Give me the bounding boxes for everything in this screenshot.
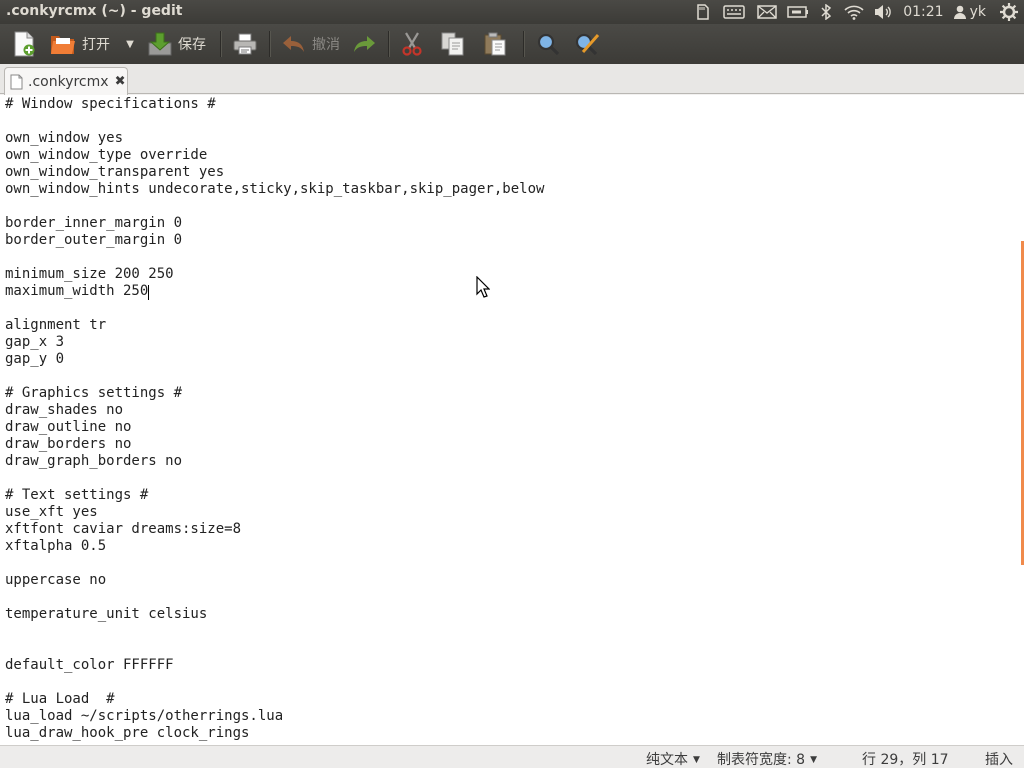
sd-card-icon[interactable] xyxy=(687,0,717,24)
cut-button[interactable] xyxy=(397,27,427,61)
toolbar: 打开 ▼ 保存 撤消 xyxy=(0,24,1024,64)
new-document-button[interactable] xyxy=(8,27,40,61)
code-line[interactable] xyxy=(5,640,544,657)
code-line[interactable]: default_color FFFFFF xyxy=(5,657,544,674)
document-text[interactable]: # Window specifications # own_window yes o… xyxy=(5,96,544,742)
code-line[interactable]: border_inner_margin 0 xyxy=(5,215,544,232)
tab-width-selector[interactable]: 制表符宽度: 8 ▼ xyxy=(717,749,817,768)
copy-icon xyxy=(441,32,464,56)
code-line[interactable]: own_window_transparent yes xyxy=(5,164,544,181)
code-line[interactable]: xftfont caviar dreams:size=8 xyxy=(5,521,544,538)
code-line[interactable]: own_window_type override xyxy=(5,147,544,164)
battery-icon[interactable] xyxy=(783,0,813,24)
code-line[interactable] xyxy=(5,113,544,130)
paste-icon xyxy=(484,32,506,56)
redo-button[interactable] xyxy=(348,27,380,61)
code-line[interactable] xyxy=(5,368,544,385)
keyboard-icon[interactable] xyxy=(717,0,751,24)
code-line[interactable]: # Window specifications # xyxy=(5,96,544,113)
undo-label: 撤消 xyxy=(312,37,340,53)
code-line[interactable]: draw_shades no xyxy=(5,402,544,419)
mail-icon[interactable] xyxy=(751,0,783,24)
volume-icon[interactable] xyxy=(869,0,897,24)
save-icon xyxy=(148,32,172,56)
print-button[interactable] xyxy=(229,27,261,61)
tab-label: .conkyrcmx xyxy=(28,73,109,90)
search-icon xyxy=(537,33,560,56)
code-line[interactable] xyxy=(5,555,544,572)
printer-icon xyxy=(233,33,257,55)
gear-icon[interactable] xyxy=(994,0,1024,24)
code-line[interactable]: # Text settings # xyxy=(5,487,544,504)
clock[interactable]: 01:21 xyxy=(897,0,949,24)
code-line[interactable]: draw_borders no xyxy=(5,436,544,453)
code-line[interactable]: gap_x 3 xyxy=(5,334,544,351)
text-editor[interactable]: # Window specifications # own_window yes o… xyxy=(0,95,1024,745)
language-selector[interactable]: 纯文本 ▼ xyxy=(646,749,700,768)
open-recent-dropdown[interactable]: ▼ xyxy=(120,27,140,61)
document-icon xyxy=(10,74,23,89)
text-caret xyxy=(148,285,149,300)
chevron-down-icon: ▼ xyxy=(693,755,700,765)
toolbar-separator xyxy=(269,31,270,57)
save-label: 保存 xyxy=(178,37,206,53)
code-line[interactable] xyxy=(5,623,544,640)
close-icon[interactable]: ✖ xyxy=(115,74,126,89)
code-line[interactable]: # Graphics settings # xyxy=(5,385,544,402)
code-line[interactable]: border_outer_margin 0 xyxy=(5,232,544,249)
save-button[interactable]: 保存 xyxy=(144,27,210,61)
toolbar-separator xyxy=(388,31,389,57)
open-label: 打开 xyxy=(82,37,110,53)
insert-mode: 插入 xyxy=(985,752,1013,768)
open-button[interactable]: 打开 xyxy=(46,27,114,61)
code-line[interactable] xyxy=(5,674,544,691)
code-line[interactable]: maximum_width 250 xyxy=(5,283,544,300)
mouse-pointer-icon xyxy=(476,276,490,298)
code-line[interactable]: xftalpha 0.5 xyxy=(5,538,544,555)
top-panel: .conkyrcmx (~) - gedit 01:21 yk xyxy=(0,0,1024,24)
code-line[interactable] xyxy=(5,249,544,266)
indicator-area: 01:21 yk xyxy=(687,0,1024,24)
tab-conkyrcmx[interactable]: .conkyrcmx ✖ xyxy=(4,67,128,95)
code-line[interactable] xyxy=(5,198,544,215)
toolbar-separator xyxy=(220,31,221,57)
cursor-position: 行 29，列 17 xyxy=(862,752,949,768)
user-name[interactable]: yk xyxy=(968,0,994,24)
code-line[interactable]: draw_outline no xyxy=(5,419,544,436)
code-line[interactable]: use_xft yes xyxy=(5,504,544,521)
redo-icon xyxy=(354,36,375,52)
find-replace-icon xyxy=(575,33,600,56)
window-title: .conkyrcmx (~) - gedit xyxy=(6,3,183,19)
wifi-icon[interactable] xyxy=(839,0,869,24)
code-line[interactable]: alignment tr xyxy=(5,317,544,334)
undo-button[interactable]: 撤消 xyxy=(278,27,344,61)
bluetooth-icon[interactable] xyxy=(813,0,839,24)
code-line[interactable] xyxy=(5,589,544,606)
folder-icon xyxy=(51,36,75,54)
code-line[interactable]: own_window_hints undecorate,sticky,skip_… xyxy=(5,181,544,198)
find-button[interactable] xyxy=(532,27,564,61)
code-line[interactable] xyxy=(5,300,544,317)
scissors-icon xyxy=(402,32,422,56)
code-line[interactable]: minimum_size 200 250 xyxy=(5,266,544,283)
copy-button[interactable] xyxy=(437,27,469,61)
find-replace-button[interactable] xyxy=(570,27,604,61)
code-line[interactable]: # Lua Load # xyxy=(5,691,544,708)
user-icon[interactable] xyxy=(950,0,968,24)
code-line[interactable]: lua_load ~/scripts/otherrings.lua xyxy=(5,708,544,725)
code-line[interactable]: gap_y 0 xyxy=(5,351,544,368)
code-line[interactable]: temperature_unit celsius xyxy=(5,606,544,623)
code-line[interactable]: lua_draw_hook_pre clock_rings xyxy=(5,725,544,742)
chevron-down-icon: ▼ xyxy=(810,755,817,765)
code-line[interactable]: own_window yes xyxy=(5,130,544,147)
toolbar-separator xyxy=(523,31,524,57)
status-bar: 纯文本 ▼ 制表符宽度: 8 ▼ 行 29，列 17 插入 xyxy=(0,745,1024,768)
tab-bar: .conkyrcmx ✖ xyxy=(0,64,1024,95)
undo-icon xyxy=(283,36,304,52)
paste-button[interactable] xyxy=(479,27,511,61)
code-line[interactable]: draw_graph_borders no xyxy=(5,453,544,470)
new-document-icon xyxy=(14,31,35,57)
code-line[interactable]: uppercase no xyxy=(5,572,544,589)
code-line[interactable] xyxy=(5,470,544,487)
